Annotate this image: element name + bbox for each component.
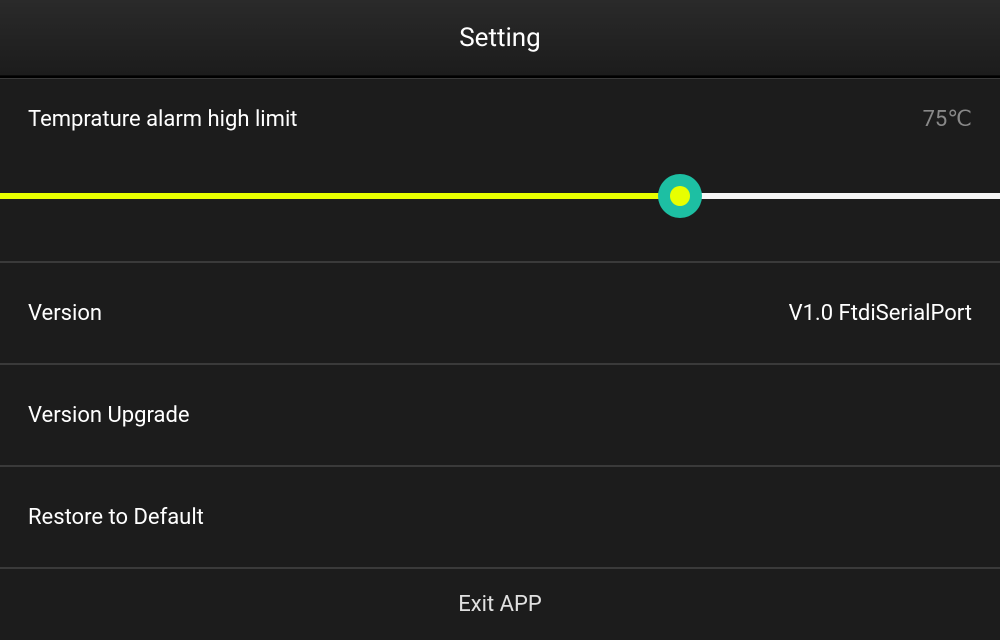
version-upgrade-label: Version Upgrade <box>28 403 190 428</box>
page-title: Setting <box>459 23 541 53</box>
restore-default-label: Restore to Default <box>28 505 204 530</box>
setting-version-upgrade[interactable]: Version Upgrade <box>0 364 1000 466</box>
setting-restore-default[interactable]: Restore to Default <box>0 466 1000 568</box>
spacer <box>0 226 1000 262</box>
version-value: V1.0 FtdiSerialPort <box>789 301 972 326</box>
slider-fill <box>0 193 680 199</box>
setting-version[interactable]: Version V1.0 FtdiSerialPort <box>0 262 1000 364</box>
setting-exit-app[interactable]: Exit APP <box>0 568 1000 640</box>
slider-thumb[interactable] <box>658 174 702 218</box>
temperature-value: 75℃ <box>923 107 972 132</box>
temperature-slider[interactable] <box>0 166 1000 226</box>
exit-app-label: Exit APP <box>458 592 542 617</box>
temperature-label: Temprature alarm high limit <box>28 107 298 132</box>
version-label: Version <box>28 301 102 326</box>
setting-temperature-limit: Temprature alarm high limit 75℃ <box>0 78 1000 226</box>
temperature-header: Temprature alarm high limit 75℃ <box>28 107 972 132</box>
header-bar: Setting <box>0 0 1000 76</box>
slider-thumb-inner <box>670 186 690 206</box>
settings-list: Temprature alarm high limit 75℃ Version … <box>0 76 1000 640</box>
